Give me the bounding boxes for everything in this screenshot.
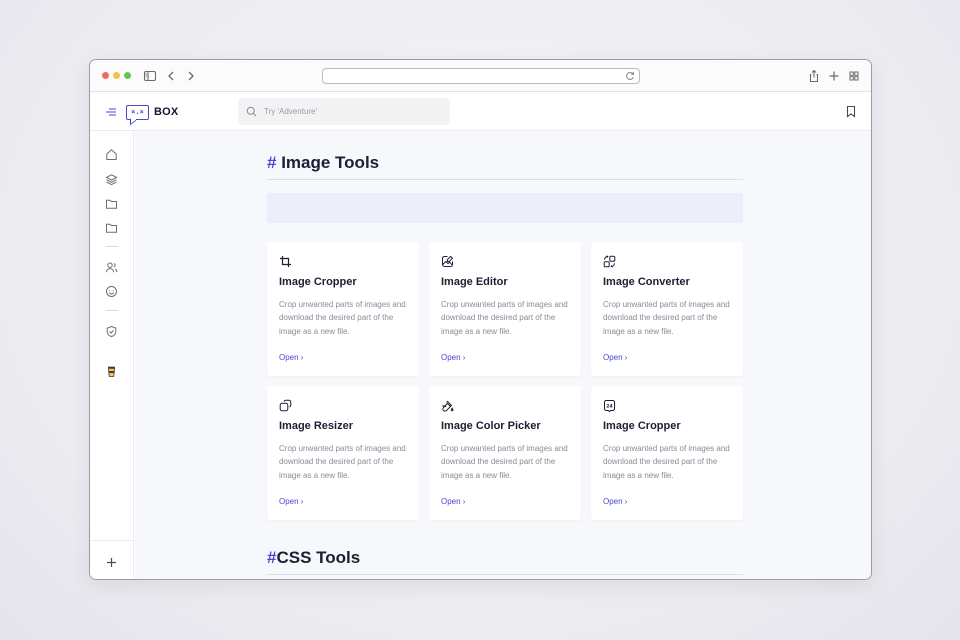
main-content: # Image Tools Image Cropper Crop unwante…: [135, 131, 871, 579]
shield-icon[interactable]: [105, 325, 118, 338]
card-description: Crop unwanted parts of images and downlo…: [603, 444, 730, 480]
layers-icon[interactable]: [105, 173, 118, 186]
tool-card[interactable]: Image Editor Crop unwanted parts of imag…: [429, 242, 581, 376]
edit-image-icon: [441, 255, 454, 268]
tool-card[interactable]: Image Resizer Crop unwanted parts of ima…: [267, 386, 419, 520]
browser-window: ×.× BOX Try 'Adventure' # Image Tools Im…: [89, 59, 872, 580]
card-description: Crop unwanted parts of images and downlo…: [441, 300, 568, 336]
share-icon[interactable]: [807, 69, 821, 83]
card-title: Image Editor: [441, 276, 508, 288]
folder-icon[interactable]: [105, 197, 118, 210]
browser-toolbar: [90, 60, 871, 92]
tool-card[interactable]: 24 Image Cropper Crop unwanted parts of …: [591, 386, 743, 520]
coffee-cup-icon[interactable]: [105, 365, 118, 378]
section-title-image-tools: # Image Tools: [267, 153, 379, 173]
search-bar[interactable]: [238, 98, 450, 125]
open-link[interactable]: Open ›: [441, 497, 465, 506]
tool-card[interactable]: Image Cropper Crop unwanted parts of ima…: [267, 242, 419, 376]
logo-text: BOX: [154, 106, 179, 118]
tool-card[interactable]: Image Converter Crop unwanted parts of i…: [591, 242, 743, 376]
convert-icon: [603, 255, 616, 268]
card-title: Image Converter: [603, 276, 690, 288]
card-description: Crop unwanted parts of images and downlo…: [279, 444, 406, 480]
sidebar-divider: [106, 246, 118, 247]
sidebar-divider: [106, 310, 118, 311]
search-icon: [246, 106, 257, 117]
folder-icon[interactable]: [105, 221, 118, 234]
logo-mark: ×.×: [126, 104, 149, 120]
section-title-css-tools: #CSS Tools: [267, 548, 360, 568]
maximize-window-button[interactable]: [124, 72, 131, 79]
section-divider: [267, 179, 743, 180]
add-icon[interactable]: [105, 556, 118, 569]
card-title: Image Resizer: [279, 420, 353, 432]
open-link[interactable]: Open ›: [279, 353, 303, 362]
back-icon[interactable]: [164, 69, 178, 83]
card-description: Crop unwanted parts of images and downlo…: [441, 444, 568, 480]
reload-icon[interactable]: [624, 70, 636, 82]
banner-placeholder: [267, 193, 743, 223]
tab-overview-icon[interactable]: [847, 69, 861, 83]
sidebar: [90, 131, 134, 579]
home-icon[interactable]: [105, 148, 118, 161]
new-tab-icon[interactable]: [827, 69, 841, 83]
card-description: Crop unwanted parts of images and downlo…: [279, 300, 406, 336]
address-bar[interactable]: [322, 68, 640, 84]
resize-icon: [279, 399, 292, 412]
close-window-button[interactable]: [102, 72, 109, 79]
open-link[interactable]: Open ›: [279, 497, 303, 506]
color-picker-icon: [441, 399, 454, 412]
section-divider: [267, 574, 743, 575]
section-title-text: Image Tools: [276, 153, 380, 172]
crop-icon: [279, 255, 292, 268]
card-description: Crop unwanted parts of images and downlo…: [603, 300, 730, 336]
forward-icon[interactable]: [184, 69, 198, 83]
bookmark-icon[interactable]: [845, 105, 857, 118]
section-title-text: CSS Tools: [276, 548, 361, 567]
app-header: ×.× BOX: [90, 93, 871, 131]
badge-24-text: 24: [606, 403, 612, 409]
card-title: Image Cropper: [279, 276, 357, 288]
tool-card[interactable]: Image Color Picker Crop unwanted parts o…: [429, 386, 581, 520]
sidebar-toggle-icon[interactable]: [143, 69, 157, 83]
badge-24-icon: 24: [603, 399, 616, 412]
logo[interactable]: ×.× BOX: [126, 102, 178, 122]
open-link[interactable]: Open ›: [603, 497, 627, 506]
card-title: Image Cropper: [603, 420, 681, 432]
card-title: Image Color Picker: [441, 420, 541, 432]
open-link[interactable]: Open ›: [441, 353, 465, 362]
menu-icon[interactable]: [104, 105, 118, 119]
open-link[interactable]: Open ›: [603, 353, 627, 362]
minimize-window-button[interactable]: [113, 72, 120, 79]
sidebar-divider: [90, 540, 134, 541]
smile-icon[interactable]: [105, 285, 118, 298]
search-input[interactable]: [264, 107, 444, 116]
users-icon[interactable]: [105, 261, 118, 274]
